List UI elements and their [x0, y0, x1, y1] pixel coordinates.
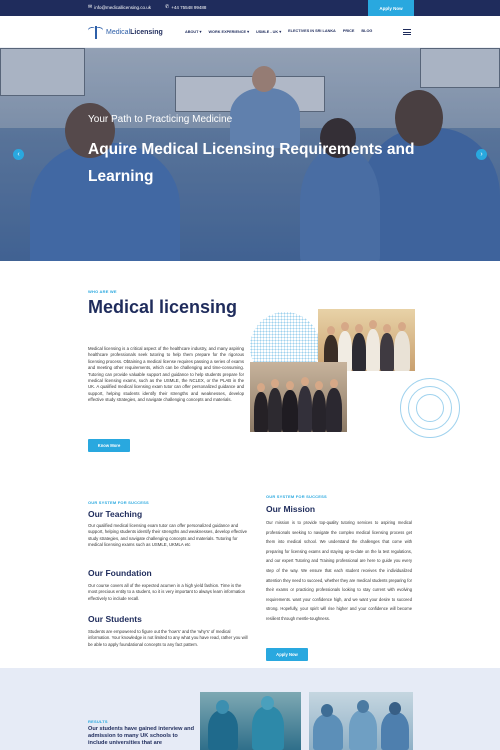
students-body: Students are empowered to figure out the… — [88, 629, 248, 647]
nav-item-work-experience[interactable]: WORK EXPERIENCE ▾ — [208, 29, 249, 34]
foundation-title: Our Foundation — [88, 568, 152, 578]
main-navigation: MedicalLicensing ABOUT ▾ WORK EXPERIENCE… — [0, 16, 500, 48]
who-eyebrow: WHO ARE WE — [88, 289, 117, 294]
mission-body: Our mission is to provide top-quality tu… — [266, 520, 412, 621]
logo-text: MedicalLicensing — [106, 28, 163, 36]
menu: ABOUT ▾ WORK EXPERIENCE ▾ USMLE - UK ▾ E… — [185, 29, 372, 34]
nav-item-electives[interactable]: ELECTIVES IN SRI LANKA — [288, 29, 336, 34]
hero-banner: Your Path to Practicing Medicine Aquire … — [0, 48, 500, 261]
nav-item-usmle-uk[interactable]: USMLE - UK ▾ — [256, 29, 281, 34]
hamburger-icon[interactable] — [403, 29, 411, 35]
nav-item-about[interactable]: ABOUT ▾ — [185, 29, 201, 34]
hero-title: Aquire Medical Licensing Requirements an… — [88, 141, 415, 185]
who-body: Medical licensing is a critical aspect o… — [88, 346, 244, 403]
mission-title: Our Mission — [266, 504, 316, 514]
nav-item-price[interactable]: PRICE — [343, 29, 355, 34]
site-logo[interactable]: MedicalLicensing — [87, 25, 163, 39]
surgery-photo-left — [200, 692, 301, 750]
system-eyebrow-right: OUR SYSTEM FOR SUCCESS — [266, 494, 327, 499]
phone-icon: ✆ — [165, 4, 170, 10]
phone-contact[interactable]: ✆ +44 75548 99488 — [165, 4, 206, 10]
email-text[interactable]: info@medicallicensing.co.uk — [94, 5, 151, 10]
know-more-button[interactable]: Know More — [88, 439, 130, 452]
teaching-title: Our Teaching — [88, 509, 143, 519]
top-bar: ✉ info@medicallicensing.co.uk ✆ +44 7554… — [0, 0, 500, 16]
caduceus-icon — [87, 25, 104, 39]
chevron-left-icon[interactable]: ‹ — [13, 149, 24, 160]
apply-now-button[interactable]: Apply Now — [368, 0, 414, 16]
envelope-icon: ✉ — [88, 4, 93, 10]
mission-apply-button[interactable]: Apply Now — [266, 648, 308, 661]
who-title: Medical licensing — [88, 297, 238, 317]
foundation-body: Our course covers all of the expected ac… — [88, 583, 246, 601]
teaching-body: Our qualified medical licensing exam tut… — [88, 523, 248, 548]
system-eyebrow-left: OUR SYSTEM FOR SUCCESS — [88, 500, 149, 505]
phone-text[interactable]: +44 75548 99488 — [171, 5, 206, 10]
results-title: Our students have gained interview and a… — [88, 726, 194, 746]
results-eyebrow: RESULTS — [88, 719, 108, 724]
surgery-photo-right — [309, 692, 413, 750]
email-contact[interactable]: ✉ info@medicallicensing.co.uk — [88, 4, 151, 10]
hero-subtitle: Your Path to Practicing Medicine — [88, 114, 233, 125]
group-photo-bottom — [250, 362, 347, 432]
chevron-right-icon[interactable]: › — [476, 149, 487, 160]
nav-item-blog[interactable]: BLOG — [361, 29, 372, 34]
students-title: Our Students — [88, 614, 142, 624]
